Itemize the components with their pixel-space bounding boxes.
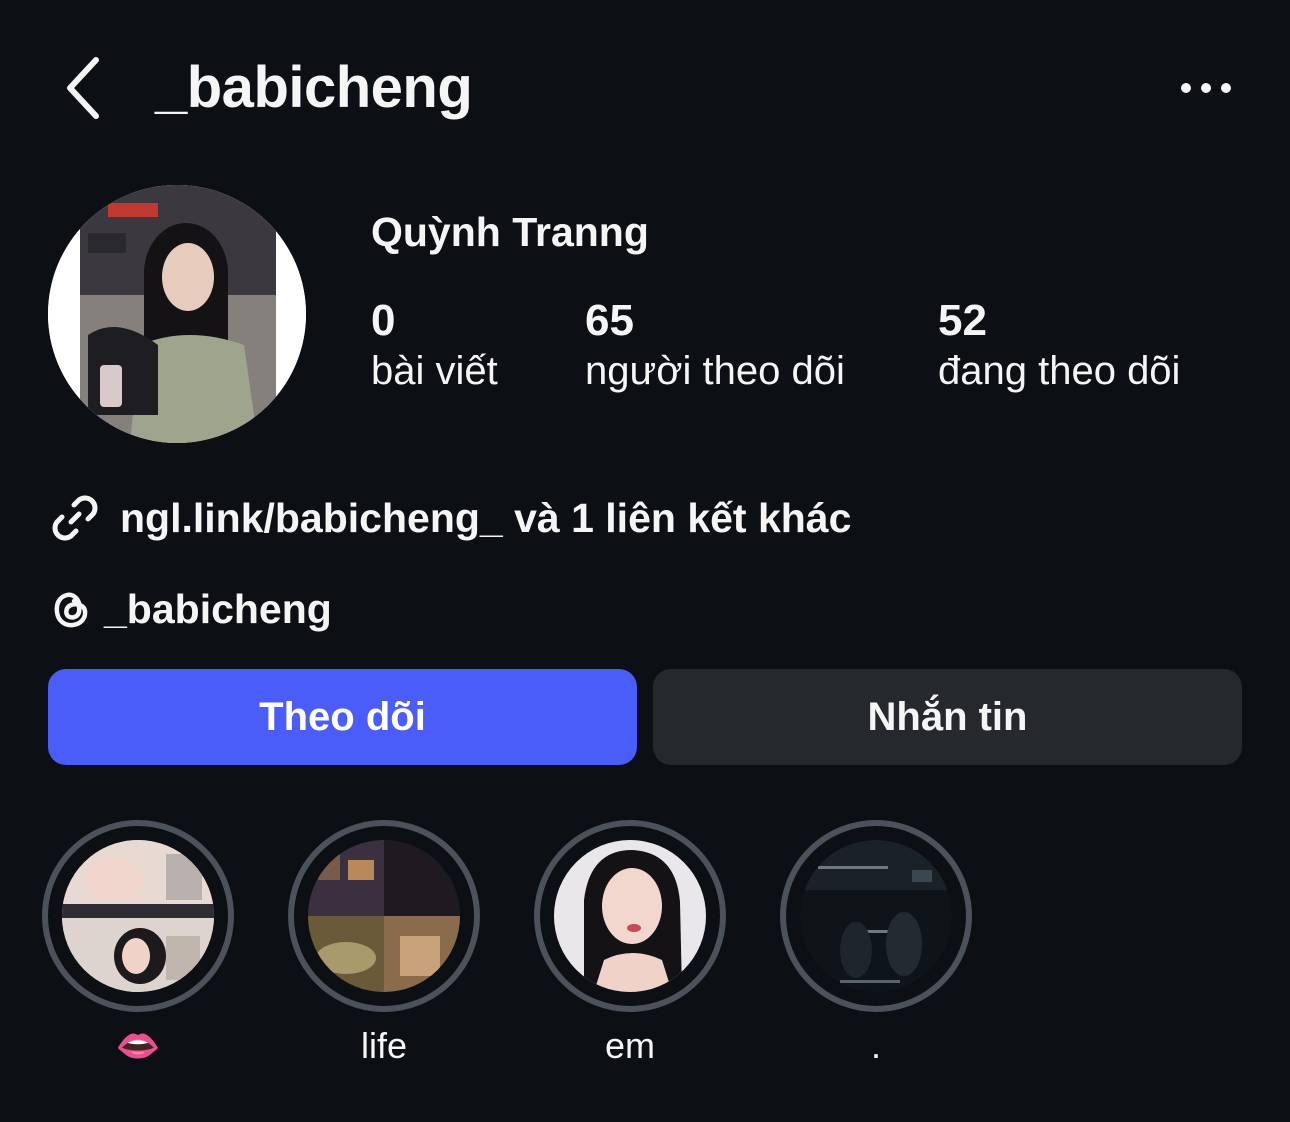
highlight-label: . — [870, 1025, 881, 1066]
story-highlight[interactable]: 👄 — [42, 820, 234, 1068]
stat-followers-label: người theo dõi — [585, 349, 845, 393]
profile-avatar[interactable] — [48, 185, 306, 443]
stat-posts-label: bài viết — [371, 349, 498, 393]
threads-icon — [54, 592, 88, 628]
stat-posts: 0 bài viết — [371, 296, 498, 396]
stat-following[interactable]: 52 đang theo dõi — [938, 296, 1180, 396]
stat-following-count: 52 — [938, 296, 987, 345]
highlight-ring — [534, 820, 726, 1012]
chevron-left-icon — [67, 57, 99, 119]
highlight-label: life — [360, 1025, 408, 1066]
highlight-cover — [800, 840, 952, 992]
profile-full-name: Quỳnh Tranng — [371, 209, 649, 255]
highlight-label: em — [604, 1025, 655, 1066]
stat-followers[interactable]: 65 người theo dõi — [585, 296, 845, 396]
more-horizontal-icon — [1181, 83, 1231, 93]
stat-following-label: đang theo dõi — [938, 349, 1181, 393]
message-button-label: Nhắn tin — [867, 694, 1028, 739]
follow-button-label: Theo dõi — [259, 694, 426, 739]
back-button[interactable] — [56, 52, 116, 124]
link-icon — [52, 495, 98, 541]
profile-header: _babicheng — [0, 0, 1290, 180]
highlight-ring — [288, 820, 480, 1012]
threads-badge[interactable]: _babicheng — [48, 582, 332, 636]
highlight-label: 👄 — [115, 1025, 161, 1066]
story-highlight[interactable]: life — [288, 820, 480, 1068]
follow-button[interactable]: Theo dõi — [48, 669, 637, 765]
stat-followers-count: 65 — [585, 296, 634, 345]
message-button[interactable]: Nhắn tin — [653, 669, 1242, 765]
profile-username: _babicheng — [155, 55, 473, 120]
bio-link-text: ngl.link/babicheng_ và 1 liên kết khác — [120, 494, 852, 541]
story-highlight[interactable]: . — [780, 820, 972, 1068]
bio-link[interactable]: ngl.link/babicheng_ và 1 liên kết khác — [48, 490, 851, 546]
highlight-cover — [554, 840, 706, 992]
highlight-ring — [780, 820, 972, 1012]
more-options-button[interactable] — [1170, 68, 1242, 108]
threads-handle: _babicheng — [104, 585, 332, 632]
highlight-ring — [42, 820, 234, 1012]
highlight-cover — [62, 840, 214, 992]
stat-posts-count: 0 — [371, 296, 396, 345]
story-highlight[interactable]: em — [534, 820, 726, 1068]
highlight-cover — [308, 840, 460, 992]
avatar-photo — [48, 185, 306, 443]
